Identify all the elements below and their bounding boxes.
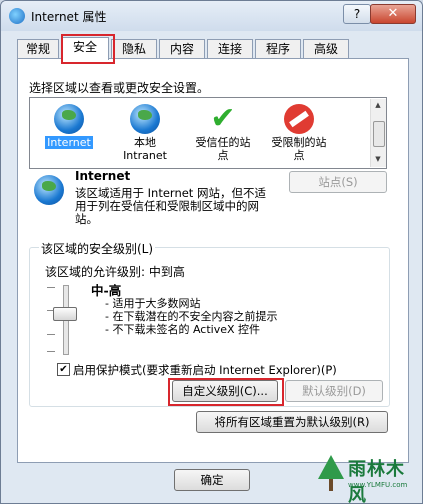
level-description: - 适用于大多数网站 - 在下载潜在的不安全内容之前提示 - 不下载未签名的 A… xyxy=(105,297,277,336)
zone-scrollbar[interactable]: ▲ ▼ xyxy=(370,99,386,167)
zone-trusted-sites[interactable]: ✔ 受信任的站 点 xyxy=(188,101,258,163)
default-level-button[interactable]: 默认级别(D) xyxy=(285,380,383,402)
allowed-levels-text: 该区域的允许级别: 中到高 xyxy=(45,265,185,279)
zone-info-description: 该区域适用于 Internet 网站，但不适用于列在受信任和受限制区域中的网站。 xyxy=(75,186,266,226)
title-bar[interactable]: Internet 属性 ? ✕ xyxy=(1,1,422,31)
tab-connections[interactable]: 连接 xyxy=(207,39,253,58)
scroll-up-icon[interactable]: ▲ xyxy=(373,101,383,109)
zone-restricted-sites[interactable]: 受限制的站 点 xyxy=(264,104,334,162)
tab-privacy[interactable]: 隐私 xyxy=(111,39,157,58)
slider-tick xyxy=(47,287,55,288)
sites-button[interactable]: 站点(S) xyxy=(289,171,387,193)
watermark-url: www.YLMFU.com xyxy=(348,481,408,489)
tab-general[interactable]: 常规 xyxy=(17,39,59,58)
close-button[interactable]: ✕ xyxy=(370,4,416,24)
level-desc-line: - 在下载潜在的不安全内容之前提示 xyxy=(105,310,278,323)
zone-label: Internet xyxy=(45,136,93,149)
reset-all-zones-button[interactable]: 将所有区域重置为默认级别(R) xyxy=(196,411,388,433)
window-title: Internet 属性 xyxy=(31,10,107,24)
security-tab-highlight xyxy=(61,34,115,64)
watermark-logo: 雨林木风 www.YLMFU.com xyxy=(314,449,422,503)
zone-info-title: Internet xyxy=(75,169,131,183)
zone-local-intranet[interactable]: 本地 Intranet xyxy=(110,104,180,162)
help-button[interactable]: ? xyxy=(343,4,371,24)
protected-mode-checkbox[interactable]: ✔ xyxy=(57,363,70,376)
tab-content[interactable]: 内容 xyxy=(159,39,205,58)
zone-info-globe-icon xyxy=(34,175,64,205)
tab-advanced[interactable]: 高级 xyxy=(303,39,349,58)
security-slider-thumb[interactable] xyxy=(53,307,77,321)
scroll-thumb[interactable] xyxy=(373,121,385,147)
globe-icon xyxy=(54,104,84,134)
no-entry-icon xyxy=(284,104,314,134)
intranet-icon xyxy=(130,104,160,134)
protected-mode-label[interactable]: 启用保护模式(要求重新启动 Internet Explorer)(P) xyxy=(73,362,337,378)
security-level-title: 该区域的安全级别(L) xyxy=(39,240,156,257)
slider-tick xyxy=(47,351,55,352)
zone-prompt: 选择区域以查看或更改安全设置。 xyxy=(29,81,210,95)
level-desc-line: - 不下载未签名的 ActiveX 控件 xyxy=(105,323,261,336)
tree-icon xyxy=(318,455,344,491)
checkmark-icon: ✔ xyxy=(210,101,236,136)
scroll-down-icon[interactable]: ▼ xyxy=(373,155,383,163)
ie-icon xyxy=(9,8,25,24)
zone-label: 受信任的站 点 xyxy=(195,136,251,162)
tab-programs[interactable]: 程序 xyxy=(255,39,301,58)
custom-level-highlight xyxy=(168,378,284,406)
slider-tick xyxy=(47,334,55,335)
zone-list[interactable]: Internet 本地 Intranet ✔ 受信任的站 点 受限制的站 点 ▲… xyxy=(29,97,387,169)
zone-internet[interactable]: Internet xyxy=(34,104,104,149)
level-desc-line: - 适用于大多数网站 xyxy=(105,297,201,310)
zone-label: 受限制的站 点 xyxy=(271,136,327,162)
watermark-text: 雨林木风 xyxy=(348,459,405,504)
ok-button[interactable]: 确定 xyxy=(174,469,250,491)
internet-options-window: Internet 属性 ? ✕ 常规 安全 隐私 内容 连接 程序 高级 选择区… xyxy=(0,0,423,504)
zone-label: 本地 Intranet xyxy=(123,136,167,162)
